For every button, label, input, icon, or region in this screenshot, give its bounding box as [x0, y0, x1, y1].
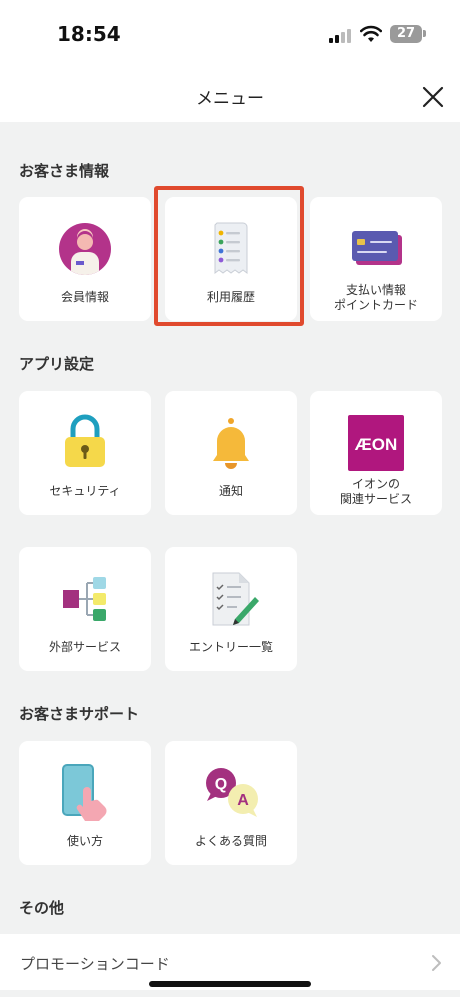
- tile-external-services[interactable]: 外部サービス: [19, 547, 151, 671]
- tile-label: 外部サービス: [48, 640, 121, 654]
- status-time: 18:54: [57, 22, 121, 46]
- tile-label: イオンの 関連サービス: [339, 477, 412, 506]
- menu-header: メニュー: [0, 70, 460, 122]
- tile-label: 支払い情報 ポイントカード: [333, 283, 418, 312]
- close-icon[interactable]: [420, 84, 446, 110]
- bell-icon: [213, 418, 249, 469]
- tile-label: エントリー一覧: [188, 640, 273, 654]
- svg-text:ÆON: ÆON: [355, 435, 398, 454]
- tile-payment-info[interactable]: 支払い情報 ポイントカード: [310, 197, 442, 321]
- tile-label: 通知: [218, 484, 243, 498]
- cellular-signal-icon: [329, 29, 351, 43]
- section-title-other: その他: [19, 899, 65, 917]
- tile-member-info[interactable]: 会員情報: [19, 197, 151, 321]
- qa-icon: Q A: [206, 768, 258, 817]
- phone-tap-icon: [62, 764, 107, 821]
- lock-icon: [65, 414, 105, 467]
- section-title-support: お客さまサポート: [19, 705, 140, 723]
- battery-icon: 27: [390, 25, 422, 43]
- tile-how-to-use[interactable]: 使い方: [19, 741, 151, 865]
- card-icon: [352, 231, 402, 265]
- tile-label: 会員情報: [60, 290, 109, 304]
- tile-label: セキュリティ: [49, 484, 121, 498]
- connection-icon: [63, 577, 106, 621]
- tile-notifications[interactable]: 通知: [165, 391, 297, 515]
- home-indicator: [149, 981, 311, 987]
- page-title: メニュー: [196, 89, 264, 109]
- battery-level: 27: [396, 26, 416, 41]
- tile-entry-list[interactable]: エントリー一覧: [165, 547, 297, 671]
- promo-code-label: プロモーションコード: [20, 955, 170, 973]
- tile-label: 使い方: [66, 834, 103, 848]
- section-title-customer-info: お客さま情報: [19, 162, 110, 180]
- highlight-box: [154, 186, 304, 326]
- tile-security[interactable]: セキュリティ: [19, 391, 151, 515]
- battery-nub: [423, 30, 426, 37]
- tile-label: よくある質問: [194, 834, 267, 848]
- tile-aeon-services[interactable]: ÆON イオンの 関連サービス: [310, 391, 442, 515]
- svg-text:Q: Q: [215, 776, 227, 793]
- wifi-icon: [360, 25, 382, 42]
- aeon-logo-icon: ÆON: [348, 415, 404, 471]
- chevron-right-icon: [432, 955, 441, 971]
- svg-text:A: A: [237, 792, 249, 809]
- tile-faq[interactable]: Q A よくある質問: [165, 741, 297, 865]
- status-bar: 18:54 27: [0, 0, 460, 70]
- section-title-app-settings: アプリ設定: [19, 355, 95, 373]
- member-icon: [59, 223, 111, 275]
- checklist-icon: [212, 572, 259, 626]
